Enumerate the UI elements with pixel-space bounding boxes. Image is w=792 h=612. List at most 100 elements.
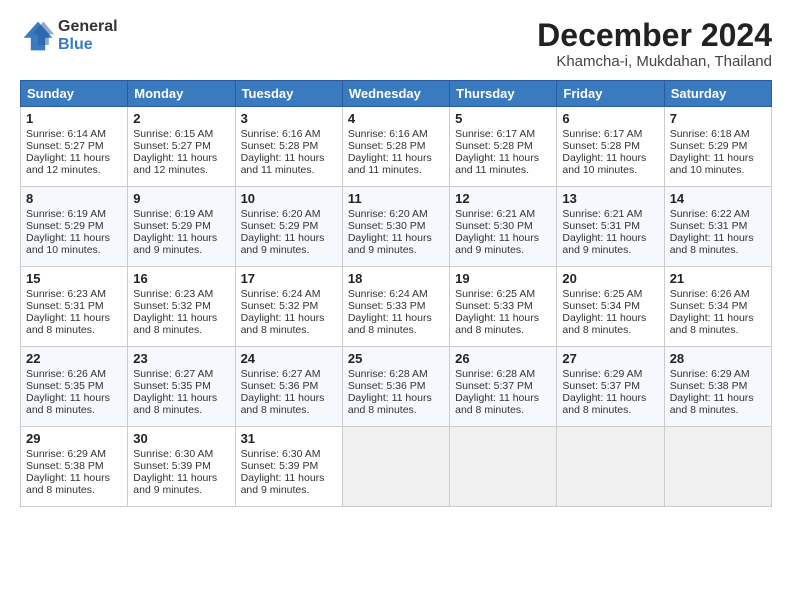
day-number: 16 bbox=[133, 271, 229, 286]
sunrise: Sunrise: 6:29 AM bbox=[670, 368, 750, 380]
logo-text: General Blue bbox=[58, 18, 118, 53]
sunrise: Sunrise: 6:25 AM bbox=[455, 288, 535, 300]
sunrise: Sunrise: 6:23 AM bbox=[26, 288, 106, 300]
daylight: Daylight: 11 hours and 9 minutes. bbox=[562, 232, 646, 256]
sunset: Sunset: 5:36 PM bbox=[241, 380, 319, 392]
daylight: Daylight: 11 hours and 11 minutes. bbox=[241, 152, 325, 176]
sunset: Sunset: 5:28 PM bbox=[348, 140, 426, 152]
sunrise: Sunrise: 6:26 AM bbox=[670, 288, 750, 300]
daylight: Daylight: 11 hours and 8 minutes. bbox=[348, 392, 432, 416]
table-row: 25Sunrise: 6:28 AMSunset: 5:36 PMDayligh… bbox=[342, 347, 449, 427]
day-number: 7 bbox=[670, 111, 766, 126]
daylight: Daylight: 11 hours and 8 minutes. bbox=[26, 392, 110, 416]
sunset: Sunset: 5:32 PM bbox=[133, 300, 211, 312]
header: General Blue December 2024 Khamcha-i, Mu… bbox=[20, 18, 772, 70]
sunrise: Sunrise: 6:24 AM bbox=[241, 288, 321, 300]
daylight: Daylight: 11 hours and 8 minutes. bbox=[241, 312, 325, 336]
sunrise: Sunrise: 6:19 AM bbox=[133, 208, 213, 220]
table-row: 14Sunrise: 6:22 AMSunset: 5:31 PMDayligh… bbox=[664, 187, 771, 267]
sunset: Sunset: 5:29 PM bbox=[670, 140, 748, 152]
table-row: 27Sunrise: 6:29 AMSunset: 5:37 PMDayligh… bbox=[557, 347, 664, 427]
calendar-header-row: Sunday Monday Tuesday Wednesday Thursday… bbox=[21, 81, 772, 107]
table-row: 31 Sunrise: 6:30 AMSunset: 5:39 PMDayligh… bbox=[235, 427, 342, 507]
sunrise: Sunrise: 6:16 AM bbox=[241, 128, 321, 140]
daylight: Daylight: 11 hours and 9 minutes. bbox=[133, 472, 217, 496]
sunset: Sunset: 5:29 PM bbox=[26, 220, 104, 232]
day-number: 2 bbox=[133, 111, 229, 126]
sunset: Sunset: 5:39 PM bbox=[133, 460, 211, 472]
day-number: 23 bbox=[133, 351, 229, 366]
daylight: Daylight: 11 hours and 10 minutes. bbox=[562, 152, 646, 176]
logo-icon bbox=[20, 18, 56, 54]
col-thursday: Thursday bbox=[450, 81, 557, 107]
table-row bbox=[342, 427, 449, 507]
col-sunday: Sunday bbox=[21, 81, 128, 107]
table-row: 26Sunrise: 6:28 AMSunset: 5:37 PMDayligh… bbox=[450, 347, 557, 427]
table-row: 8Sunrise: 6:19 AMSunset: 5:29 PMDaylight… bbox=[21, 187, 128, 267]
calendar: Sunday Monday Tuesday Wednesday Thursday… bbox=[20, 80, 772, 507]
sunset: Sunset: 5:28 PM bbox=[562, 140, 640, 152]
day-number: 14 bbox=[670, 191, 766, 206]
day-number: 15 bbox=[26, 271, 122, 286]
col-tuesday: Tuesday bbox=[235, 81, 342, 107]
day-number: 22 bbox=[26, 351, 122, 366]
daylight: Daylight: 11 hours and 8 minutes. bbox=[670, 392, 754, 416]
page: General Blue December 2024 Khamcha-i, Mu… bbox=[0, 0, 792, 612]
logo-blue: Blue bbox=[58, 36, 118, 54]
sunrise: Sunrise: 6:26 AM bbox=[26, 368, 106, 380]
day-number: 31 bbox=[241, 431, 337, 446]
sunrise: Sunrise: 6:17 AM bbox=[562, 128, 642, 140]
table-row: 20Sunrise: 6:25 AMSunset: 5:34 PMDayligh… bbox=[557, 267, 664, 347]
sunrise: Sunrise: 6:29 AM bbox=[26, 448, 106, 460]
sunset: Sunset: 5:31 PM bbox=[562, 220, 640, 232]
daylight: Daylight: 11 hours and 8 minutes. bbox=[133, 392, 217, 416]
sunrise: Sunrise: 6:23 AM bbox=[133, 288, 213, 300]
table-row: 6 Sunrise: 6:17 AMSunset: 5:28 PMDaylight… bbox=[557, 107, 664, 187]
table-row: 23Sunrise: 6:27 AMSunset: 5:35 PMDayligh… bbox=[128, 347, 235, 427]
month-title: December 2024 bbox=[537, 18, 772, 53]
title-block: December 2024 Khamcha-i, Mukdahan, Thail… bbox=[537, 18, 772, 70]
sunrise: Sunrise: 6:29 AM bbox=[562, 368, 642, 380]
sunrise: Sunrise: 6:24 AM bbox=[348, 288, 428, 300]
sunset: Sunset: 5:34 PM bbox=[670, 300, 748, 312]
sunset: Sunset: 5:28 PM bbox=[455, 140, 533, 152]
table-row: 19Sunrise: 6:25 AMSunset: 5:33 PMDayligh… bbox=[450, 267, 557, 347]
daylight: Daylight: 11 hours and 9 minutes. bbox=[241, 472, 325, 496]
sunset: Sunset: 5:39 PM bbox=[241, 460, 319, 472]
sunrise: Sunrise: 6:30 AM bbox=[241, 448, 321, 460]
sunset: Sunset: 5:27 PM bbox=[133, 140, 211, 152]
sunset: Sunset: 5:32 PM bbox=[241, 300, 319, 312]
day-number: 28 bbox=[670, 351, 766, 366]
daylight: Daylight: 11 hours and 8 minutes. bbox=[562, 312, 646, 336]
sunset: Sunset: 5:38 PM bbox=[670, 380, 748, 392]
sunset: Sunset: 5:30 PM bbox=[455, 220, 533, 232]
table-row: 15Sunrise: 6:23 AMSunset: 5:31 PMDayligh… bbox=[21, 267, 128, 347]
daylight: Daylight: 11 hours and 10 minutes. bbox=[26, 232, 110, 256]
day-number: 6 bbox=[562, 111, 658, 126]
calendar-week-row: 15Sunrise: 6:23 AMSunset: 5:31 PMDayligh… bbox=[21, 267, 772, 347]
table-row: 13Sunrise: 6:21 AMSunset: 5:31 PMDayligh… bbox=[557, 187, 664, 267]
day-number: 11 bbox=[348, 191, 444, 206]
table-row: 4Sunrise: 6:16 AMSunset: 5:28 PMDaylight… bbox=[342, 107, 449, 187]
daylight: Daylight: 11 hours and 8 minutes. bbox=[348, 312, 432, 336]
logo: General Blue bbox=[20, 18, 118, 54]
day-number: 21 bbox=[670, 271, 766, 286]
daylight: Daylight: 11 hours and 9 minutes. bbox=[133, 232, 217, 256]
day-number: 4 bbox=[348, 111, 444, 126]
day-number: 3 bbox=[241, 111, 337, 126]
daylight: Daylight: 11 hours and 11 minutes. bbox=[348, 152, 432, 176]
table-row bbox=[664, 427, 771, 507]
table-row: 24Sunrise: 6:27 AMSunset: 5:36 PMDayligh… bbox=[235, 347, 342, 427]
calendar-week-row: 29Sunrise: 6:29 AMSunset: 5:38 PMDayligh… bbox=[21, 427, 772, 507]
sunrise: Sunrise: 6:17 AM bbox=[455, 128, 535, 140]
daylight: Daylight: 11 hours and 8 minutes. bbox=[455, 392, 539, 416]
sunset: Sunset: 5:34 PM bbox=[562, 300, 640, 312]
day-number: 5 bbox=[455, 111, 551, 126]
day-number: 17 bbox=[241, 271, 337, 286]
day-number: 26 bbox=[455, 351, 551, 366]
sunset: Sunset: 5:29 PM bbox=[241, 220, 319, 232]
daylight: Daylight: 11 hours and 8 minutes. bbox=[133, 312, 217, 336]
sunset: Sunset: 5:33 PM bbox=[348, 300, 426, 312]
day-number: 1 bbox=[26, 111, 122, 126]
sunset: Sunset: 5:38 PM bbox=[26, 460, 104, 472]
